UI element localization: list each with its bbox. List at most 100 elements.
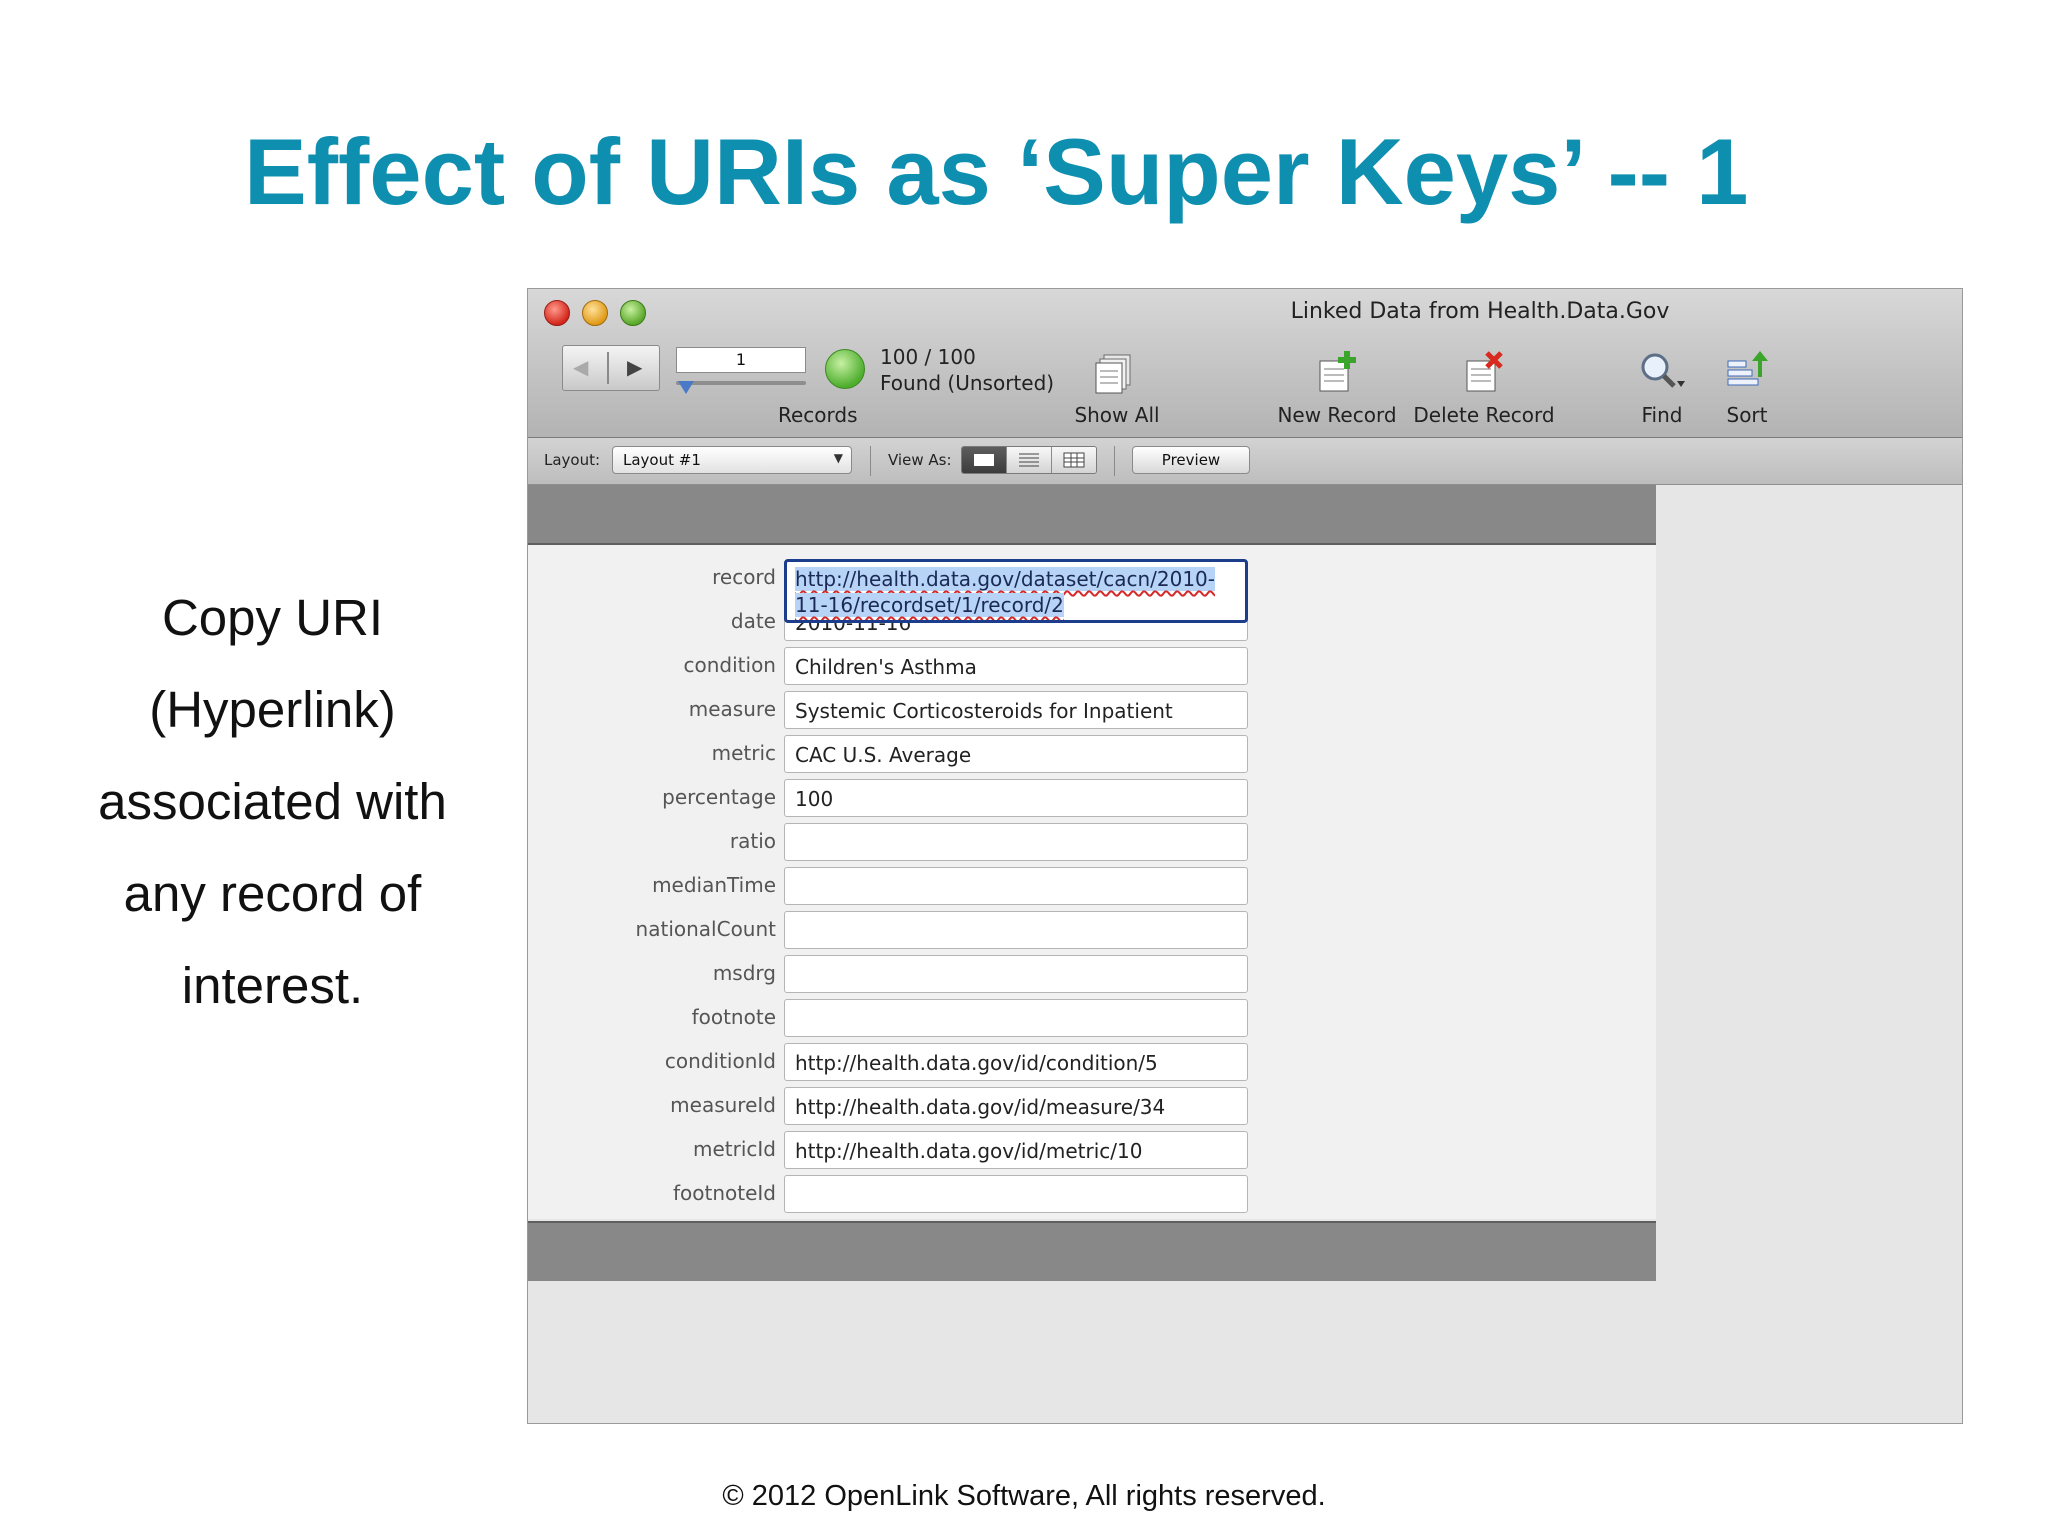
layout-select[interactable]: Layout #1 ▼ [612, 446, 852, 474]
ratio-field[interactable] [784, 823, 1248, 861]
side-caption-line: interest. [181, 957, 364, 1014]
form-view-icon [974, 454, 994, 466]
field-label: medianTime [652, 873, 776, 897]
field-label: ratio [729, 829, 776, 853]
find-label: Find [1641, 403, 1683, 427]
new-record-button[interactable]: New Record [1272, 349, 1402, 427]
find-button[interactable]: Find [1632, 349, 1692, 427]
record-navigator-book[interactable]: ◀ ▶ [562, 345, 660, 391]
show-all-button[interactable]: Show All [1074, 349, 1160, 427]
field-row-nationalcount: nationalCount [528, 911, 1656, 951]
table-view-icon [1063, 452, 1085, 468]
sort-label: Sort [1726, 403, 1768, 427]
field-label: metric [711, 741, 776, 765]
condition-field[interactable]: Children's Asthma [784, 647, 1248, 685]
field-row-mediantime: medianTime [528, 867, 1656, 907]
field-row-metricid: metricId http://health.data.gov/id/metri… [528, 1131, 1656, 1171]
field-label: footnote [691, 1005, 776, 1029]
field-label: metricId [693, 1137, 776, 1161]
field-row-measureid: measureId http://health.data.gov/id/meas… [528, 1087, 1656, 1127]
window-toolbar: Linked Data from Health.Data.Gov ◀ ▶ 1 1… [528, 289, 1962, 438]
sort-button[interactable]: Sort [1720, 349, 1774, 427]
found-status: Found (Unsorted) [880, 371, 1055, 395]
median-time-field[interactable] [784, 867, 1248, 905]
next-record-icon[interactable]: ▶ [627, 355, 642, 380]
percentage-field[interactable]: 100 [784, 779, 1248, 817]
field-label: percentage [662, 785, 776, 809]
field-row-measure: measure Systemic Corticosteroids for Inp… [528, 691, 1656, 731]
list-view-icon [1019, 453, 1039, 467]
side-caption-line: associated with [98, 773, 447, 830]
view-as-label: View As: [888, 451, 952, 469]
record-body: record http://health.data.gov/dataset/ca… [528, 545, 1656, 1219]
field-row-msdrg: msdrg [528, 955, 1656, 995]
record-slider-thumb[interactable] [678, 381, 694, 394]
copyright-footer: © 2012 OpenLink Software, All rights res… [722, 1480, 1326, 1512]
field-label: msdrg [712, 961, 776, 985]
field-row-metric: metric CAC U.S. Average [528, 735, 1656, 775]
field-row-conditionid: conditionId http://health.data.gov/id/co… [528, 1043, 1656, 1083]
record-uri-field[interactable]: http://health.data.gov/dataset/cacn/2010… [784, 559, 1248, 623]
layout-label: Layout: [544, 451, 601, 469]
measure-id-field[interactable]: http://health.data.gov/id/measure/34 [784, 1087, 1248, 1125]
footnote-id-field[interactable] [784, 1175, 1248, 1213]
show-all-label: Show All [1074, 403, 1160, 427]
layout-bar: Layout: Layout #1 ▼ View As: Preview [528, 438, 1962, 485]
field-label: measure [688, 697, 776, 721]
delete-record-icon [1466, 351, 1503, 392]
previous-record-icon[interactable]: ◀ [573, 355, 588, 380]
new-record-icon [1319, 351, 1356, 392]
view-as-list-button[interactable] [1007, 447, 1052, 473]
view-as-form-button[interactable] [962, 447, 1007, 473]
metric-field[interactable]: CAC U.S. Average [784, 735, 1248, 773]
metric-id-field[interactable]: http://health.data.gov/id/metric/10 [784, 1131, 1248, 1169]
measure-field[interactable]: Systemic Corticosteroids for Inpatient [784, 691, 1248, 729]
records-label: Records [778, 403, 858, 427]
field-label: nationalCount [635, 917, 776, 941]
view-as-table-button[interactable] [1052, 447, 1096, 473]
app-window: Linked Data from Health.Data.Gov ◀ ▶ 1 1… [528, 289, 1962, 1423]
chevron-down-icon: ▼ [833, 451, 843, 465]
field-row-footnoteid: footnoteId [528, 1175, 1656, 1215]
footnote-field[interactable] [784, 999, 1248, 1037]
delete-record-button[interactable]: Delete Record [1408, 349, 1560, 427]
window-title: Linked Data from Health.Data.Gov [1290, 299, 1670, 324]
show-all-icon [1095, 354, 1131, 394]
field-row-footnote: footnote [528, 999, 1656, 1039]
delete-record-label: Delete Record [1413, 403, 1555, 427]
found-set-pie-icon [825, 349, 865, 389]
book-spine-icon [607, 352, 609, 384]
layout-bar-divider [870, 446, 871, 476]
field-row-record: record http://health.data.gov/dataset/ca… [528, 559, 1656, 623]
slide-title: Effect of URIs as ‘Super Keys’ -- 1 [244, 119, 1749, 224]
record-slider[interactable] [676, 381, 806, 385]
preview-button[interactable]: Preview [1132, 446, 1250, 474]
layout-footer-part [528, 1221, 1656, 1281]
new-record-label: New Record [1277, 403, 1397, 427]
field-row-percentage: percentage 100 [528, 779, 1656, 819]
field-label: date [730, 609, 776, 633]
view-as-segmented-control [961, 446, 1097, 474]
field-label: conditionId [664, 1049, 776, 1073]
side-caption: Copy URI (Hyperlink) associated with any… [80, 572, 465, 1032]
side-caption-line: Copy URI [161, 589, 384, 646]
current-record-field[interactable]: 1 [676, 347, 806, 373]
national-count-field[interactable] [784, 911, 1248, 949]
side-caption-line: any record of [123, 865, 422, 922]
field-label: condition [683, 653, 776, 677]
field-label: measureId [670, 1093, 776, 1117]
field-label: record [712, 565, 776, 589]
field-row-ratio: ratio [528, 823, 1656, 863]
found-count: 100 / 100 [880, 345, 976, 369]
selected-uri-text: http://health.data.gov/dataset/cacn/2010… [795, 567, 1215, 617]
field-row-condition: condition Children's Asthma [528, 647, 1656, 687]
msdrg-field[interactable] [784, 955, 1248, 993]
sort-icon [1727, 351, 1768, 386]
layout-bar-divider [1114, 446, 1115, 476]
condition-id-field[interactable]: http://health.data.gov/id/condition/5 [784, 1043, 1248, 1081]
layout-header-part [528, 485, 1656, 545]
magnifier-icon [1641, 353, 1685, 388]
field-label: footnoteId [672, 1181, 776, 1205]
layout-select-value: Layout #1 [623, 451, 701, 469]
side-caption-line: (Hyperlink) [149, 681, 396, 738]
